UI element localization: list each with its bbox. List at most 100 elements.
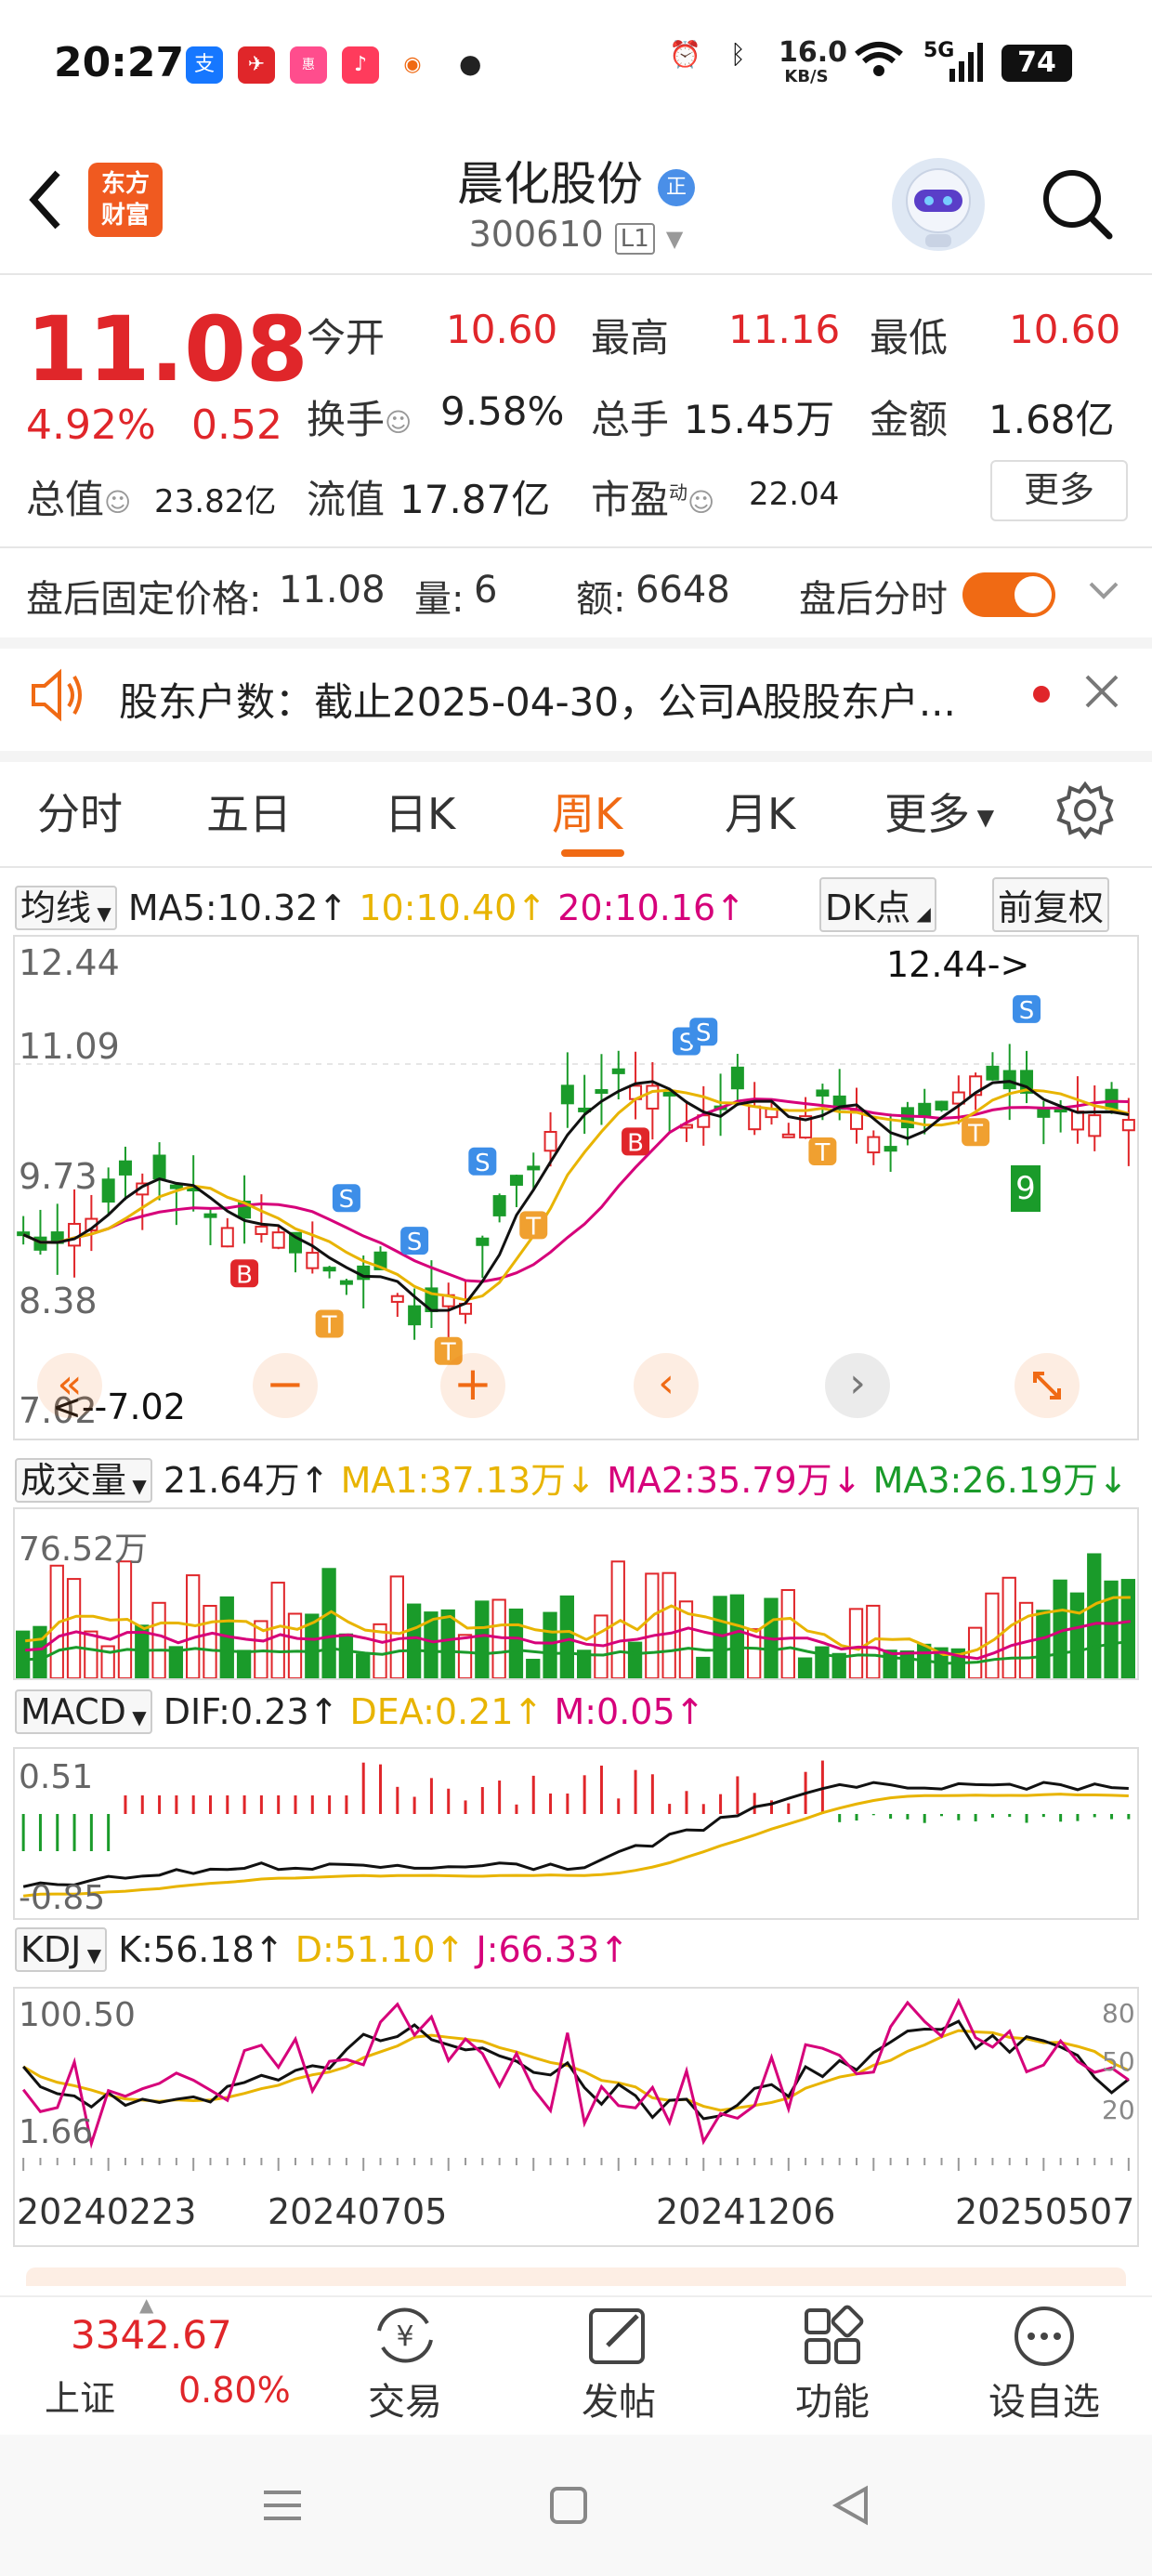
volume-selector[interactable]: 成交量 ▼ — [15, 1458, 152, 1503]
volume-bar — [645, 1572, 660, 1679]
candle — [595, 1088, 609, 1094]
candle — [509, 1175, 523, 1186]
battery-icon: 74 — [1001, 45, 1072, 82]
high-label: 最高 — [591, 315, 670, 361]
candle — [408, 1305, 422, 1326]
y-axis-label: 9.73 — [19, 1156, 98, 1197]
wifi-icon — [853, 39, 905, 86]
fullscreen-icon[interactable] — [1015, 1353, 1080, 1418]
candle — [339, 1280, 353, 1285]
volume-bar — [151, 1601, 166, 1679]
low-label: 最低 — [870, 315, 949, 361]
y-axis-top-label: 12.44 — [19, 942, 120, 983]
adjust-button[interactable]: 前复权 — [992, 877, 1110, 932]
volume-bar — [1120, 1579, 1136, 1679]
kdj-k: K:56.18 — [118, 1929, 255, 1970]
chevron-down-icon[interactable] — [1087, 574, 1120, 611]
nav-watchlist[interactable]: 设自选 — [970, 2303, 1119, 2425]
tab-more[interactable]: 更多 ▼ — [884, 781, 994, 842]
kline-chart-panel[interactable]: BTSSTSTBSSTTS 12.44 11.09 9.73 8.38 7.02… — [13, 935, 1139, 1440]
zoom-in-button[interactable]: + — [440, 1353, 505, 1418]
gear-icon[interactable] — [1055, 781, 1115, 844]
change-percent: 4.92% — [26, 401, 156, 449]
scroll-left-button[interactable]: ‹ — [634, 1353, 699, 1418]
volume-bar — [270, 1582, 285, 1679]
index-change[interactable]: 0.80% — [178, 2370, 291, 2411]
volume-bar — [543, 1611, 557, 1679]
macd-dea: DEA:0.21 — [349, 1691, 514, 1732]
scroll-right-button[interactable]: › — [825, 1353, 890, 1418]
volume-bar — [1104, 1580, 1119, 1679]
more-button[interactable]: 更多 — [990, 460, 1128, 521]
float-value: 17.87亿 — [399, 477, 551, 522]
ma-selector[interactable]: 均线 ▼ — [15, 886, 117, 930]
open-value: 10.60 — [446, 307, 558, 352]
back-nav-icon[interactable] — [829, 2483, 873, 2531]
tab-weekly-k[interactable]: 周K — [552, 781, 622, 842]
index-name[interactable]: 上证 — [45, 2370, 115, 2421]
date-axis: 20240223 20240705 20241206 20250507 — [13, 2158, 1139, 2247]
volume-bar — [356, 1653, 371, 1679]
candle — [306, 1252, 320, 1269]
volume-bar — [66, 1578, 82, 1679]
vol-ma1: MA1:37.13万 — [340, 1460, 567, 1501]
kdj-y-top: 100.50 — [19, 1996, 136, 2034]
low-value: 10.60 — [1009, 307, 1121, 352]
stock-name: 晨化股份 — [457, 157, 644, 211]
close-icon[interactable] — [1083, 673, 1120, 714]
after-hours-toggle[interactable] — [962, 572, 1055, 617]
speaker-icon — [28, 667, 87, 727]
tab-daily-k[interactable]: 日K — [385, 781, 455, 842]
candle — [1002, 1070, 1016, 1090]
candle — [1070, 1111, 1084, 1131]
nav-trade[interactable]: ¥ 交易 — [331, 2303, 479, 2425]
app-icon: 惠 — [290, 46, 327, 84]
net-speed: 16.0 — [779, 36, 848, 69]
volume-bar — [84, 1630, 98, 1680]
trade-marker-label: T — [525, 1213, 541, 1241]
candle — [611, 1068, 625, 1074]
after-hours-vol-label: 量: — [414, 578, 465, 621]
kdj-selector[interactable]: KDJ ▼ — [15, 1927, 108, 1972]
zoom-out-button[interactable]: − — [253, 1353, 318, 1418]
volume-bar — [321, 1568, 336, 1679]
svg-text:¥: ¥ — [396, 2320, 413, 2353]
volume-bar — [287, 1612, 303, 1679]
tab-five-day[interactable]: 五日 — [206, 781, 292, 842]
date-label: 20240223 — [17, 2191, 197, 2232]
volume-bar — [985, 1592, 1000, 1679]
change-amount: 0.52 — [191, 401, 282, 449]
volume-bar — [729, 1594, 745, 1679]
signal-icon — [949, 43, 983, 85]
menu-icon[interactable] — [260, 2483, 305, 2531]
candle — [271, 1231, 285, 1249]
dk-point-button[interactable]: DK点 ◢ — [819, 877, 936, 932]
robot-assistant-avatar[interactable] — [892, 158, 985, 251]
status-bar: 20:27 支 ✈ 惠 ♪ ◉ ● ⏰ ᛒ 16.0 KB/S 5G 74 — [0, 0, 1152, 139]
candles — [17, 1044, 1135, 1341]
macd-chart-panel: 0.51 -0.85 — [13, 1747, 1139, 1920]
clock: 20:27 — [54, 39, 185, 86]
index-value[interactable]: 3342.67 — [71, 2312, 232, 2358]
candle — [169, 1184, 183, 1189]
macd-selector[interactable]: MACD ▼ — [15, 1689, 152, 1734]
nav-function[interactable]: 功能 — [758, 2303, 907, 2425]
after-hours-timeshare-label: 盘后分时 — [799, 578, 948, 621]
scroll-start-button[interactable]: « — [37, 1353, 102, 1418]
search-icon[interactable] — [1041, 167, 1115, 245]
candle — [322, 1267, 336, 1272]
app-icon: ◉ — [394, 46, 431, 84]
candle — [781, 1133, 795, 1138]
notice-text[interactable]: 股东户数：截止2025-04-30，公司A股股东户... — [119, 671, 956, 728]
tab-monthly-k[interactable]: 月K — [725, 781, 795, 842]
kdj-d: D:51.10 — [295, 1929, 436, 1970]
high-value: 11.16 — [728, 307, 841, 352]
bluetooth-icon: ᛒ — [730, 39, 746, 70]
y-axis-label: 8.38 — [19, 1281, 98, 1321]
amount-value: 1.68亿 — [988, 397, 1115, 442]
candle — [543, 1130, 557, 1152]
home-icon[interactable] — [546, 2483, 591, 2531]
nav-post[interactable]: 发帖 — [544, 2303, 693, 2425]
tab-intraday[interactable]: 分时 — [37, 781, 123, 842]
candle — [68, 1222, 82, 1247]
